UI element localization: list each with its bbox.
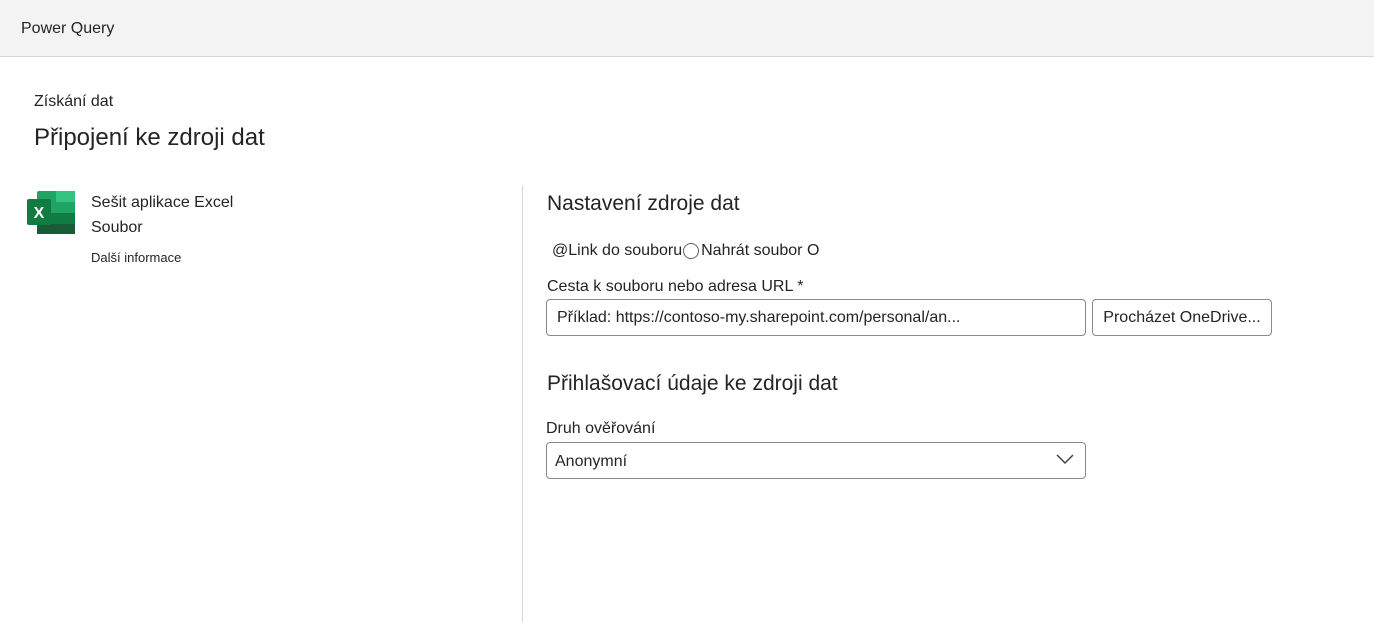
file-path-input[interactable] (546, 299, 1086, 336)
file-path-label: Cesta k souboru nebo adresa URL * (547, 278, 804, 295)
auth-type-dropdown[interactable]: Anonymní (546, 442, 1086, 479)
source-type-radio-group: @Link do souboru Nahrát soubor O (552, 240, 819, 262)
auth-type-label: Druh ověřování (546, 420, 656, 437)
page-title: Připojení ke zdroji dat (34, 124, 265, 151)
radio-label-upload[interactable]: Nahrát soubor O (701, 242, 819, 260)
radio-upload-file[interactable] (683, 243, 700, 259)
credentials-section-title: Přihlašovací údaje ke zdroji dat (547, 372, 838, 395)
connector-name: Sešit aplikace Excel (91, 194, 234, 211)
browse-onedrive-button[interactable]: Procházet OneDrive... (1092, 299, 1272, 336)
breadcrumb: Získání dat (34, 93, 114, 110)
svg-text:X: X (34, 205, 45, 222)
app-title: Power Query (21, 20, 115, 37)
settings-section-title: Nastavení zdroje dat (547, 192, 740, 215)
auth-type-value: Anonymní (555, 453, 628, 470)
learn-more-link[interactable]: Další informace (91, 250, 181, 265)
connector-category: Soubor (91, 219, 143, 236)
chevron-down-icon (1056, 454, 1074, 465)
vertical-divider (522, 186, 523, 622)
excel-icon: X (27, 191, 75, 234)
top-bar: Power Query (0, 0, 1374, 57)
radio-label-link[interactable]: @Link do souboru (552, 242, 682, 260)
